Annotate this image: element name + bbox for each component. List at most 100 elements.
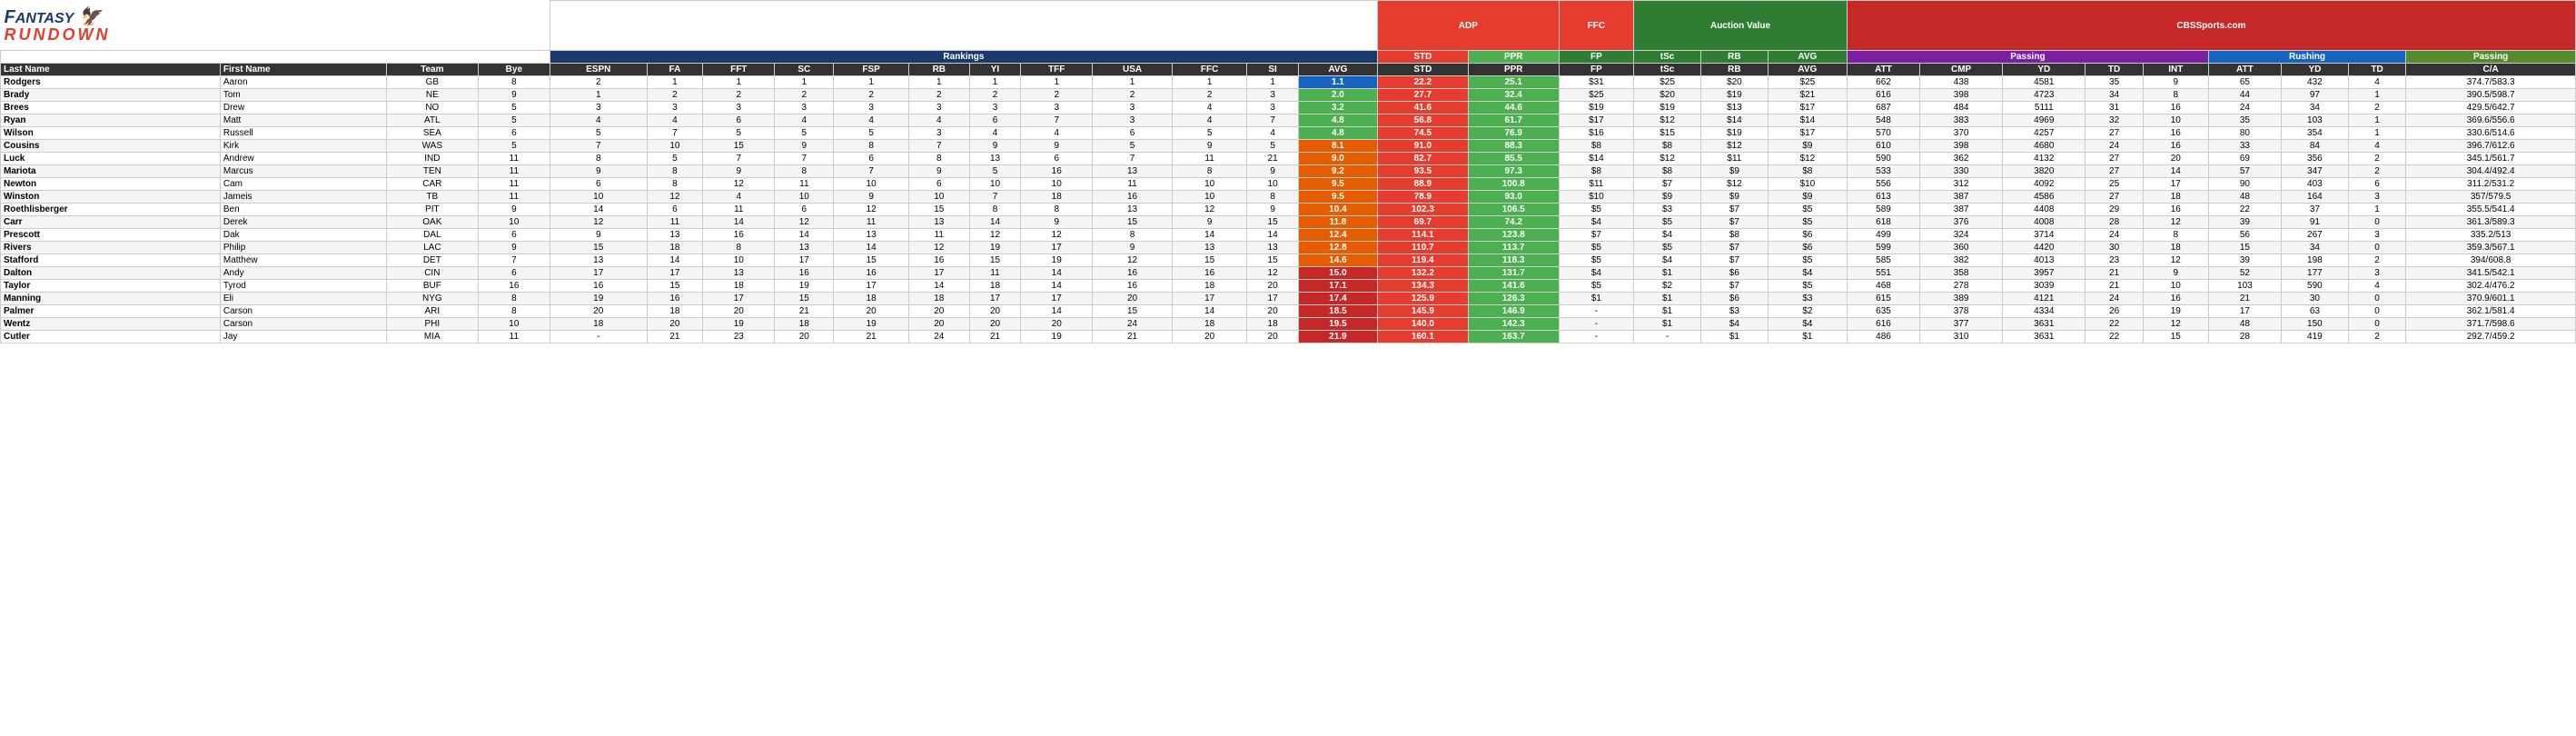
table-cell: $3 (1700, 305, 1768, 318)
table-cell: 330.6/514.6 (2406, 127, 2576, 140)
table-cell: 345.1/561.7 (2406, 153, 2576, 165)
table-cell: 17 (647, 267, 703, 280)
table-cell: 1 (2348, 127, 2405, 140)
table-cell: 2 (550, 76, 647, 89)
col-si: SI (1247, 64, 1299, 76)
table-cell: 4 (2348, 280, 2405, 293)
col-avg: AVG (1298, 64, 1377, 76)
table-cell: 24 (2208, 102, 2281, 114)
table-cell: 10 (1021, 178, 1093, 191)
table-cell: 1 (908, 76, 969, 89)
col-int: INT (2143, 64, 2208, 76)
table-cell: 22 (2086, 331, 2143, 343)
table-cell: 21 (775, 305, 834, 318)
table-cell: 125.9 (1377, 293, 1468, 305)
table-cell: 13 (1093, 204, 1173, 216)
table-cell: $5 (1559, 242, 1633, 254)
table-cell: 9 (834, 191, 908, 204)
table-cell: 16 (2143, 140, 2208, 153)
col-yi: YI (969, 64, 1021, 76)
table-cell: 27.7 (1377, 89, 1468, 102)
table-cell: 13 (1247, 242, 1299, 254)
table-cell: 19 (1021, 254, 1093, 267)
table-cell: 76.9 (1468, 127, 1559, 140)
table-cell: 27 (2086, 165, 2143, 178)
table-cell: 396.7/612.6 (2406, 140, 2576, 153)
table-cell: 134.3 (1377, 280, 1468, 293)
table-cell: 4257 (2003, 127, 2086, 140)
table-cell: Wentz (1, 318, 221, 331)
table-cell: 383 (1920, 114, 2003, 127)
table-cell: 2 (1093, 89, 1173, 102)
table-cell: 17 (1172, 293, 1246, 305)
table-cell: 74.5 (1377, 127, 1468, 140)
table-row: WilsonRussellSEA6575553446544.874.576.9$… (1, 127, 2576, 140)
table-cell: 312 (1920, 178, 2003, 191)
table-cell: 18 (908, 293, 969, 305)
table-cell: 18 (775, 318, 834, 331)
table-cell: Taylor (1, 280, 221, 293)
col-yd: YD (2003, 64, 2086, 76)
table-cell: 1 (550, 89, 647, 102)
table-cell: 21 (2086, 267, 2143, 280)
table-cell: 662 (1847, 76, 1919, 89)
table-cell: 97.3 (1468, 165, 1559, 178)
table-cell: 41.6 (1377, 102, 1468, 114)
table-cell: $6 (1768, 229, 1847, 242)
table-cell: 21.9 (1298, 331, 1377, 343)
table-cell: 35 (2208, 114, 2281, 127)
col-first: First Name (220, 64, 386, 76)
table-cell: 12 (834, 204, 908, 216)
table-cell: 26 (2086, 305, 2143, 318)
table-cell: 17 (550, 267, 647, 280)
table-cell: 14 (834, 242, 908, 254)
table-cell: 88.9 (1377, 178, 1468, 191)
table-cell: 17 (775, 254, 834, 267)
table-cell: $9 (1768, 140, 1847, 153)
table-cell: 0 (2348, 242, 2405, 254)
table-cell: $4 (1634, 254, 1701, 267)
table-cell: 3 (550, 102, 647, 114)
table-cell: 164 (2281, 191, 2348, 204)
table-cell: 5 (1093, 140, 1173, 153)
table-cell: 0 (2348, 305, 2405, 318)
table-cell: $8 (1634, 165, 1701, 178)
table-cell: 12 (969, 229, 1021, 242)
table-cell: $25 (1768, 76, 1847, 89)
table-cell: 24 (2086, 293, 2143, 305)
table-cell: 7 (969, 191, 1021, 204)
table-cell: $7 (1700, 242, 1768, 254)
table-cell: $10 (1768, 178, 1847, 191)
table-cell: 150 (2281, 318, 2348, 331)
table-cell: 17.1 (1298, 280, 1377, 293)
table-cell: 369.6/556.6 (2406, 114, 2576, 127)
rankings-header: Rankings (550, 51, 1377, 64)
table-cell: 90 (2208, 178, 2281, 191)
table-cell: $14 (1700, 114, 1768, 127)
table-cell: 91 (2281, 216, 2348, 229)
table-cell: 3 (703, 102, 775, 114)
table-cell: 15 (1093, 216, 1173, 229)
table-cell: $17 (1768, 102, 1847, 114)
table-cell: MIA (386, 331, 478, 343)
table-cell: 13 (1172, 242, 1246, 254)
table-cell: Kirk (220, 140, 386, 153)
table-cell: Winston (1, 191, 221, 204)
table-cell: $1 (1634, 293, 1701, 305)
table-cell: 4581 (2003, 76, 2086, 89)
table-cell: 7 (775, 153, 834, 165)
table-cell: 468 (1847, 280, 1919, 293)
table-cell: 57 (2208, 165, 2281, 178)
table-cell: 6 (1093, 127, 1173, 140)
col-avg2: AVG (1768, 64, 1847, 76)
table-cell: 160.1 (1377, 331, 1468, 343)
table-cell: CAR (386, 178, 478, 191)
table-cell: 145.9 (1377, 305, 1468, 318)
table-cell: 1 (1021, 76, 1093, 89)
table-cell: 3.2 (1298, 102, 1377, 114)
table-cell: 8 (703, 242, 775, 254)
table-cell: 44 (2208, 89, 2281, 102)
table-cell: 8 (478, 76, 550, 89)
table-cell: 5111 (2003, 102, 2086, 114)
table-cell: 590 (2281, 280, 2348, 293)
